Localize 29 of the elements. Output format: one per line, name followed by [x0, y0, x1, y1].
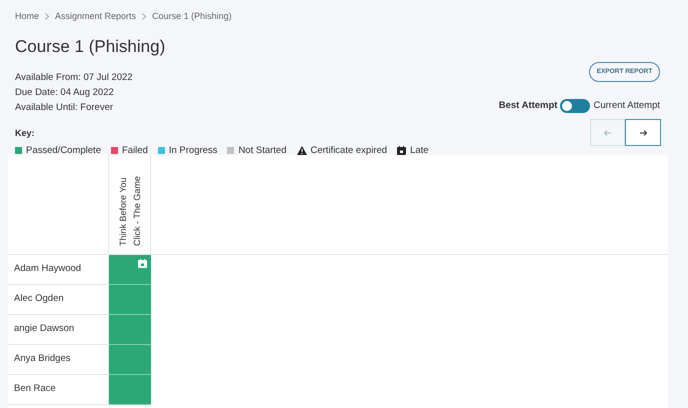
breadcrumb-link[interactable]: Course 1 (Phishing): [152, 10, 232, 24]
breadcrumb-link[interactable]: Assignment Reports: [55, 10, 136, 24]
learner-name: angie Dawson: [14, 322, 74, 336]
attempt-toggle[interactable]: [560, 99, 590, 114]
calendar-icon: [138, 259, 147, 268]
learner-name: Ben Race: [14, 382, 56, 396]
detail-text: Available Until: Forever: [15, 101, 114, 113]
next-button[interactable]: [625, 119, 661, 146]
key-title: Key:: [15, 127, 35, 140]
toggle-label: Current Attempt: [593, 99, 660, 113]
detail-text: Due Date: 04 Aug 2022: [15, 86, 114, 98]
column-header: Think Before You Click - The Game: [116, 175, 142, 246]
learner-name: Adam Haywood: [14, 262, 82, 276]
breadcrumb-link[interactable]: Home: [15, 10, 40, 24]
page-title: Course 1 (Phishing): [14, 36, 166, 58]
right-arrow-icon: [640, 130, 646, 136]
legend-label: Certificate expired: [310, 144, 388, 158]
legend-label: In Progress: [168, 144, 218, 158]
learner-name: Anya Bridges: [14, 352, 71, 366]
learner-name: Alec Ogden: [14, 292, 64, 306]
legend-label: Late: [410, 144, 429, 158]
chevron-icon: [142, 13, 146, 20]
legend-label: Failed: [122, 144, 148, 158]
detail-text: Available From: 07 Jul 2022: [15, 71, 133, 83]
toggle-label: Best Attempt: [498, 99, 558, 113]
left-arrow-icon: [604, 130, 611, 136]
legend-label: Not Started: [238, 144, 286, 158]
legend-label: Passed/Complete: [26, 144, 101, 158]
chevron-icon: [45, 13, 50, 20]
